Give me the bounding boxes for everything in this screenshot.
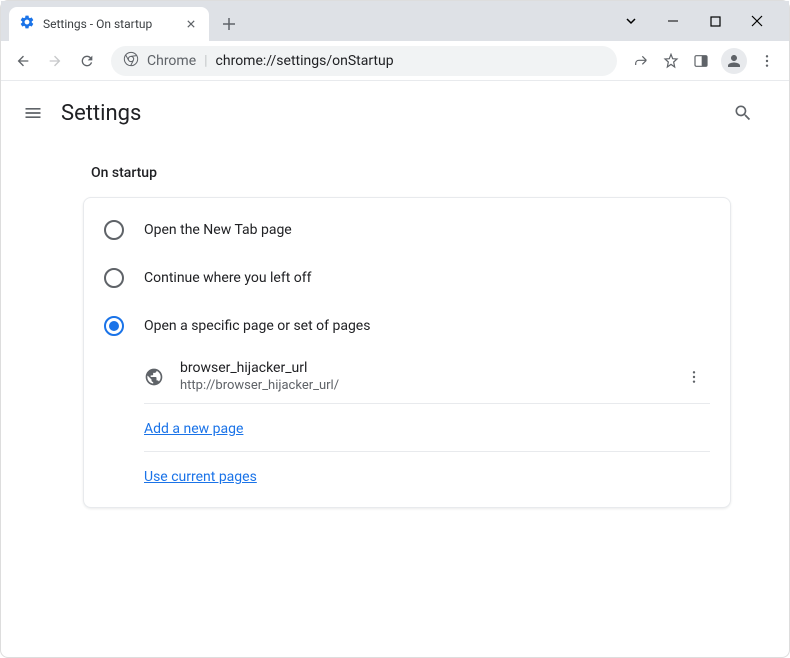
page-url-text: http://browser_hijacker_url/	[180, 378, 678, 393]
window-titlebar: Settings - On startup	[1, 1, 789, 41]
radio-icon	[104, 268, 124, 288]
radio-icon	[104, 316, 124, 336]
close-window-button[interactable]	[745, 9, 769, 33]
gear-icon	[19, 14, 35, 34]
radio-option-continue[interactable]: Continue where you left off	[84, 254, 730, 302]
settings-page: Settings On startup Open the New Tab pag…	[1, 81, 789, 532]
chevron-down-icon[interactable]	[619, 9, 643, 33]
startup-card: Open the New Tab page Continue where you…	[83, 197, 731, 508]
page-more-button[interactable]	[678, 361, 710, 393]
maximize-button[interactable]	[703, 9, 727, 33]
window-controls	[619, 9, 781, 33]
radio-icon	[104, 220, 124, 240]
add-page-row: Add a new page	[144, 404, 710, 452]
side-panel-button[interactable]	[687, 47, 715, 75]
page-title-text: browser_hijacker_url	[180, 360, 678, 376]
radio-label: Open a specific page or set of pages	[144, 318, 370, 334]
browser-tab[interactable]: Settings - On startup	[9, 7, 209, 41]
share-button[interactable]	[627, 47, 655, 75]
omnibox-url: chrome://settings/onStartup	[216, 53, 394, 69]
use-current-row: Use current pages	[144, 452, 710, 499]
startup-page-row: browser_hijacker_url http://browser_hija…	[144, 350, 710, 404]
settings-main: On startup Open the New Tab page Continu…	[35, 145, 755, 532]
bookmark-button[interactable]	[657, 47, 685, 75]
settings-header: Settings	[1, 81, 789, 145]
radio-label: Continue where you left off	[144, 270, 312, 286]
profile-avatar[interactable]	[721, 48, 747, 74]
reload-button[interactable]	[73, 47, 101, 75]
page-info: browser_hijacker_url http://browser_hija…	[180, 360, 678, 393]
close-tab-button[interactable]	[183, 16, 199, 32]
omnibox-divider: |	[204, 53, 207, 69]
hamburger-menu-button[interactable]	[21, 101, 45, 125]
browser-toolbar: Chrome | chrome://settings/onStartup	[1, 41, 789, 81]
radio-option-new-tab[interactable]: Open the New Tab page	[84, 206, 730, 254]
address-bar[interactable]: Chrome | chrome://settings/onStartup	[111, 46, 617, 76]
tab-title: Settings - On startup	[43, 17, 175, 31]
add-page-link[interactable]: Add a new page	[144, 421, 243, 437]
section-title: On startup	[83, 145, 731, 197]
back-button[interactable]	[9, 47, 37, 75]
forward-button[interactable]	[41, 47, 69, 75]
minimize-button[interactable]	[661, 9, 685, 33]
search-button[interactable]	[725, 95, 761, 131]
radio-option-specific-pages[interactable]: Open a specific page or set of pages	[84, 302, 730, 350]
radio-label: Open the New Tab page	[144, 222, 292, 238]
globe-icon	[144, 367, 164, 387]
startup-pages-list: browser_hijacker_url http://browser_hija…	[84, 350, 730, 499]
page-title: Settings	[61, 101, 141, 126]
omnibox-scheme: Chrome	[147, 53, 196, 69]
chrome-icon	[123, 51, 139, 71]
use-current-link[interactable]: Use current pages	[144, 469, 257, 485]
new-tab-button[interactable]	[215, 10, 243, 38]
chrome-menu-button[interactable]	[753, 47, 781, 75]
